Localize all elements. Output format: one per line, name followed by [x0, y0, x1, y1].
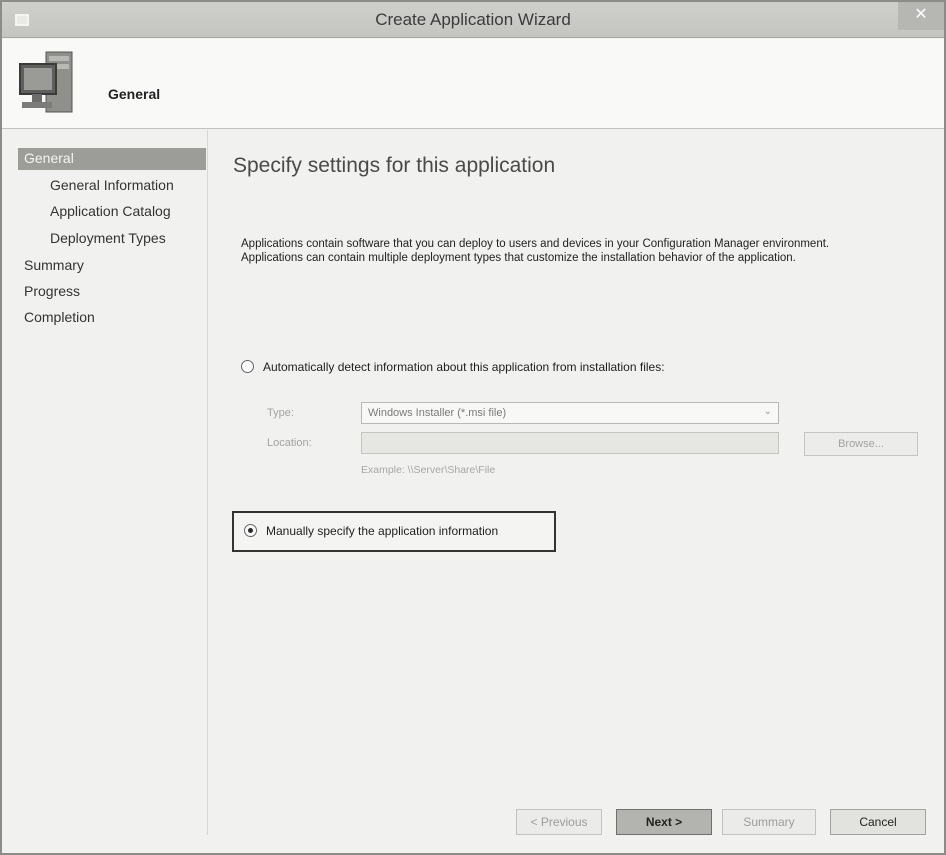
- description: Applications contain software that you c…: [241, 237, 931, 265]
- page-heading: Specify settings for this application: [233, 154, 556, 177]
- type-select-value: Windows Installer (*.msi file): [368, 407, 507, 419]
- description-line-1: Applications contain software that you c…: [241, 238, 830, 250]
- wizard-header: General: [2, 39, 944, 129]
- wizard-nav: General General Information Application …: [2, 130, 208, 835]
- auto-detect-option[interactable]: Automatically detect information about t…: [241, 360, 665, 374]
- main-panel: Specify settings for this application Ap…: [209, 130, 944, 835]
- cancel-button[interactable]: Cancel: [830, 809, 926, 835]
- window-title: Create Application Wizard: [375, 10, 571, 29]
- location-label: Location:: [267, 437, 312, 449]
- summary-button[interactable]: Summary: [722, 809, 816, 835]
- manual-option[interactable]: Manually specify the application informa…: [244, 524, 498, 538]
- browse-button[interactable]: Browse...: [804, 432, 918, 456]
- nav-item-completion[interactable]: Completion: [24, 309, 95, 325]
- chevron-down-icon: ⌄: [763, 406, 772, 417]
- nav-item-general[interactable]: General: [18, 148, 206, 170]
- location-input[interactable]: [361, 432, 779, 454]
- nav-item-progress[interactable]: Progress: [24, 283, 80, 299]
- wizard-window: Create Application Wizard ✕ General Gene…: [0, 0, 946, 855]
- manual-label: Manually specify the application informa…: [266, 524, 499, 538]
- title-bar: Create Application Wizard ✕: [2, 2, 944, 38]
- nav-item-general-information[interactable]: General Information: [50, 177, 174, 193]
- header-title: General: [108, 86, 161, 102]
- description-line-2: Applications can contain multiple deploy…: [241, 252, 796, 264]
- previous-button[interactable]: < Previous: [516, 809, 602, 835]
- next-button[interactable]: Next >: [616, 809, 712, 835]
- computer-icon: [19, 51, 73, 113]
- close-button[interactable]: ✕: [898, 2, 944, 30]
- nav-item-summary[interactable]: Summary: [24, 257, 84, 273]
- location-example: Example: \\Server\Share\File: [361, 464, 496, 476]
- nav-item-application-catalog[interactable]: Application Catalog: [50, 203, 171, 219]
- auto-detect-label: Automatically detect information about t…: [263, 360, 665, 374]
- manual-radio[interactable]: [244, 524, 257, 537]
- type-label: Type:: [267, 407, 294, 419]
- type-select[interactable]: Windows Installer (*.msi file) ⌄: [361, 402, 779, 424]
- nav-item-deployment-types[interactable]: Deployment Types: [50, 230, 166, 246]
- auto-detect-radio[interactable]: [241, 360, 254, 373]
- manual-option-highlight: Manually specify the application informa…: [232, 511, 556, 552]
